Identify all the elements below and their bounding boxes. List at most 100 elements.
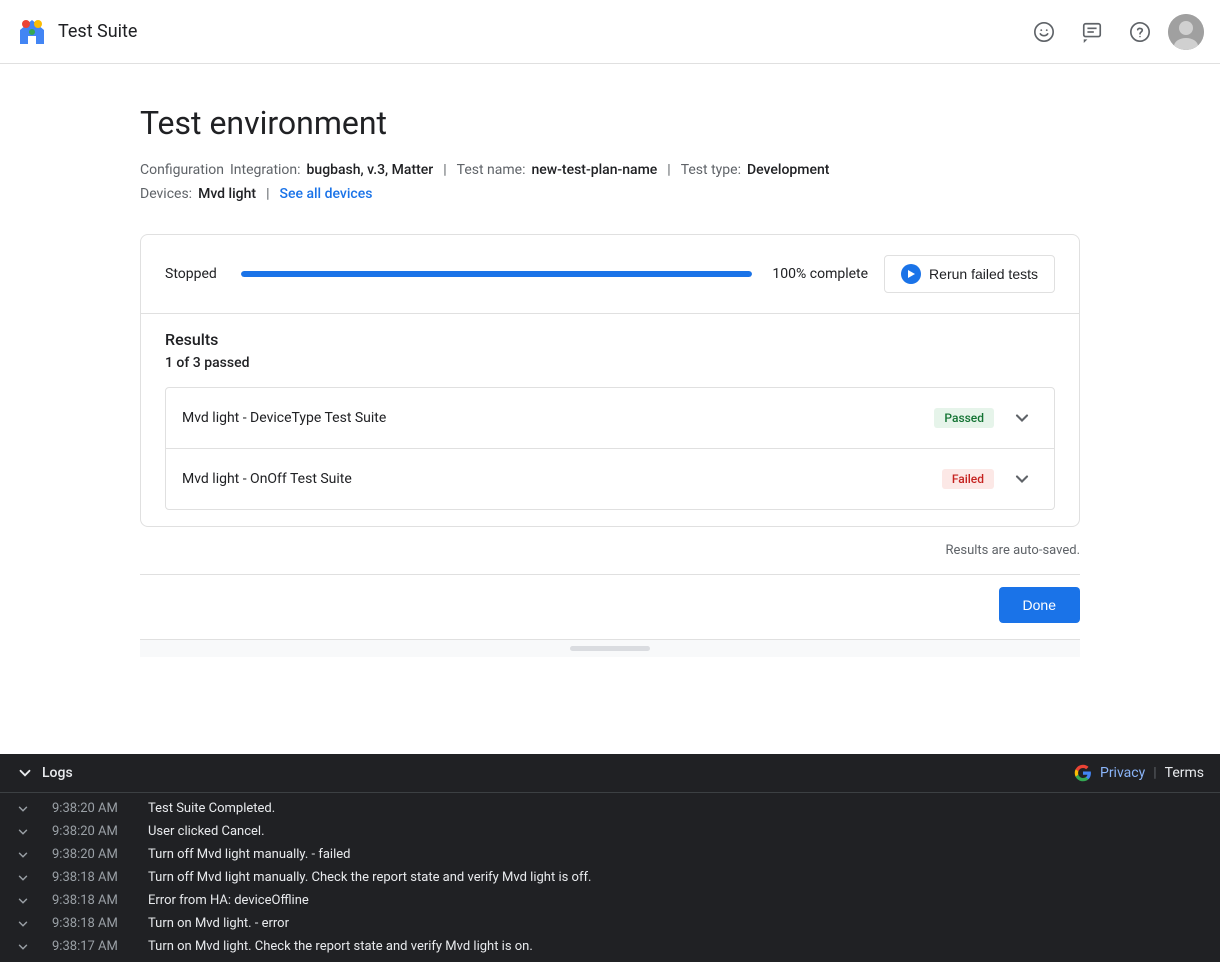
progress-track (241, 271, 752, 277)
config-sep-2: | (667, 162, 670, 178)
done-button[interactable]: Done (999, 587, 1080, 623)
chevron-down-icon (16, 940, 30, 954)
status-badge-failed: Failed (942, 469, 994, 489)
progress-fill (241, 271, 752, 277)
devices-label: Devices: (140, 186, 192, 202)
results-title: Results (165, 330, 1055, 349)
log-time: 9:38:18 AM (52, 893, 132, 908)
user-avatar-image (1168, 14, 1204, 50)
page-title: Test environment (140, 104, 1080, 142)
test-row: Mvd light - DeviceType Test Suite Passed (166, 388, 1054, 449)
test-name-2: Mvd light - OnOff Test Suite (182, 471, 942, 487)
rerun-btn-label: Rerun failed tests (929, 266, 1038, 282)
test-list: Mvd light - DeviceType Test Suite Passed… (165, 387, 1055, 510)
logs-header: Logs Privacy | Terms (0, 754, 1220, 793)
test-type-value: Development (747, 162, 829, 178)
rerun-icon (901, 264, 921, 284)
devices-value: Mvd light (198, 186, 256, 202)
help-icon (1129, 21, 1151, 43)
scroll-handle (140, 640, 1080, 657)
auto-saved-text: Results are auto-saved. (140, 543, 1080, 558)
logs-panel: Logs Privacy | Terms 9:38 (0, 754, 1220, 962)
chevron-down-icon (16, 802, 30, 816)
scroll-bar (570, 646, 650, 651)
progress-card: Stopped 100% complete Rerun failed tests… (140, 234, 1080, 527)
log-message: Turn off Mvd light manually. Check the r… (148, 870, 591, 885)
help-icon-button[interactable] (1120, 12, 1160, 52)
log-expand-button-6[interactable] (16, 939, 36, 954)
log-time: 9:38:20 AM (52, 824, 132, 839)
log-expand-button-0[interactable] (16, 801, 36, 816)
privacy-link[interactable]: Privacy (1100, 765, 1145, 781)
footer-sep: | (1153, 765, 1156, 781)
main-content: Test environment Configuration Integrati… (60, 64, 1160, 697)
log-expand-button-4[interactable] (16, 893, 36, 908)
chat-icon (1081, 21, 1103, 43)
devices-row: Devices: Mvd light | See all devices (140, 186, 1080, 202)
log-message: User clicked Cancel. (148, 824, 265, 839)
progress-status: Stopped (165, 266, 225, 282)
logo-icon (16, 16, 48, 48)
progress-bar-row: Stopped 100% complete Rerun failed tests (141, 235, 1079, 313)
config-label: Configuration (140, 162, 224, 178)
chevron-down-icon (16, 848, 30, 862)
log-row: 9:38:18 AM Turn on Mvd light. - error (0, 912, 1220, 935)
see-all-devices-link[interactable]: See all devices (279, 186, 372, 202)
log-message: Test Suite Completed. (148, 801, 275, 816)
log-expand-button-1[interactable] (16, 824, 36, 839)
chevron-down-icon (16, 894, 30, 908)
logs-footer: Privacy | Terms (1074, 764, 1204, 782)
log-row: 9:38:20 AM Test Suite Completed. (0, 797, 1220, 820)
log-message: Turn on Mvd light. Check the report stat… (148, 939, 533, 954)
rerun-failed-tests-button[interactable]: Rerun failed tests (884, 255, 1055, 293)
integration-label: Integration: (230, 162, 301, 178)
log-expand-button-2[interactable] (16, 847, 36, 862)
app-title: Test Suite (58, 21, 137, 42)
log-time: 9:38:20 AM (52, 847, 132, 862)
avatar[interactable] (1168, 14, 1204, 50)
config-sep-1: | (443, 162, 446, 178)
chat-icon-button[interactable] (1072, 12, 1112, 52)
log-row: 9:38:20 AM User clicked Cancel. (0, 820, 1220, 843)
test-name-1: Mvd light - DeviceType Test Suite (182, 410, 934, 426)
log-expand-button-3[interactable] (16, 870, 36, 885)
terms-link[interactable]: Terms (1165, 765, 1204, 781)
log-time: 9:38:17 AM (52, 939, 132, 954)
test-type-label: Test type: (681, 162, 741, 178)
chevron-down-icon (16, 917, 30, 931)
play-icon (905, 268, 917, 280)
logs-toggle-button[interactable] (16, 764, 34, 782)
log-message: Error from HA: deviceOffline (148, 893, 309, 908)
test-row: Mvd light - OnOff Test Suite Failed (166, 449, 1054, 509)
chevron-down-icon (16, 764, 34, 782)
test-name-value: new-test-plan-name (531, 162, 657, 178)
google-g-icon (1074, 764, 1092, 782)
log-time: 9:38:18 AM (52, 916, 132, 931)
results-section: Results 1 of 3 passed Mvd light - Device… (141, 313, 1079, 526)
progress-percent: 100% complete (768, 266, 868, 282)
log-row: 9:38:17 AM Turn on Mvd light. Check the … (0, 935, 1220, 958)
log-expand-button-5[interactable] (16, 916, 36, 931)
log-row: 9:38:18 AM Error from HA: deviceOffline (0, 889, 1220, 912)
logs-entries: 9:38:20 AM Test Suite Completed. 9:38:20… (0, 793, 1220, 962)
chevron-down-icon (16, 871, 30, 885)
log-time: 9:38:20 AM (52, 801, 132, 816)
log-row: 9:38:20 AM Turn off Mvd light manually. … (0, 843, 1220, 866)
chevron-down-icon (16, 825, 30, 839)
expand-test-2-button[interactable] (1006, 463, 1038, 495)
test-name-label: Test name: (457, 162, 526, 178)
app-logo[interactable]: Test Suite (16, 16, 137, 48)
expand-test-1-button[interactable] (1006, 402, 1038, 434)
google-logo (1074, 764, 1092, 782)
log-message: Turn on Mvd light. - error (148, 916, 289, 931)
feedback-icon-button[interactable] (1024, 12, 1064, 52)
done-row: Done (140, 574, 1080, 640)
log-time: 9:38:18 AM (52, 870, 132, 885)
log-message: Turn off Mvd light manually. - failed (148, 847, 350, 862)
logs-title: Logs (42, 765, 73, 781)
chevron-down-icon (1012, 408, 1032, 428)
smiley-icon (1033, 21, 1055, 43)
log-row: 9:38:18 AM Turn off Mvd light manually. … (0, 866, 1220, 889)
integration-value: bugbash, v.3, Matter (307, 162, 434, 178)
header-actions (1024, 12, 1204, 52)
